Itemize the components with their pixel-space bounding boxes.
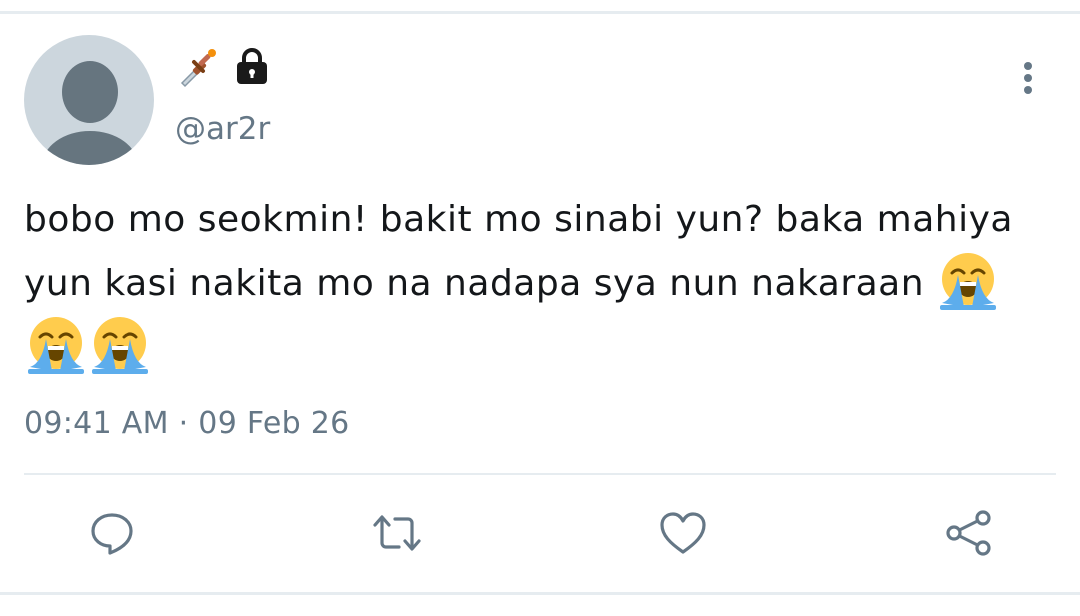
retweet-button[interactable] xyxy=(370,508,424,562)
share-icon xyxy=(943,507,995,563)
reply-button[interactable] xyxy=(85,508,139,562)
display-name[interactable] xyxy=(176,48,270,90)
tweet-body: bobo mo seokmin! bakit mo sinabi yun? ba… xyxy=(24,199,1013,304)
user-handle[interactable]: @ar2r xyxy=(175,108,270,150)
dagger-icon xyxy=(176,45,220,93)
like-button[interactable] xyxy=(656,508,710,562)
heart-icon xyxy=(658,509,708,561)
actions-divider xyxy=(24,473,1056,475)
comment-bubble-icon xyxy=(88,509,136,561)
avatar-head-shape xyxy=(62,61,118,123)
top-divider xyxy=(0,0,1080,14)
share-button[interactable] xyxy=(942,508,996,562)
tweet-timestamp[interactable]: 09:41 AM · 09 Feb 26 xyxy=(24,402,350,446)
lock-icon xyxy=(234,47,270,91)
more-options-icon[interactable] xyxy=(1010,58,1046,98)
loudly-crying-face-icon xyxy=(90,315,150,375)
loudly-crying-face-icon xyxy=(26,315,86,375)
tweet-text: bobo mo seokmin! bakit mo sinabi yun? ba… xyxy=(24,188,1064,380)
retweet-icon xyxy=(369,509,425,561)
bottom-divider xyxy=(0,592,1080,595)
avatar-shoulders-shape xyxy=(42,131,138,165)
avatar[interactable] xyxy=(24,35,154,165)
loudly-crying-face-icon xyxy=(938,251,998,311)
